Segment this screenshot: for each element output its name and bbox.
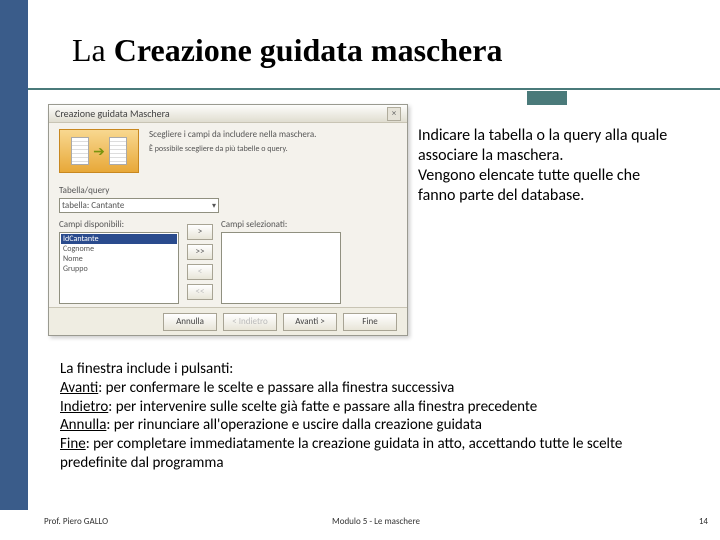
- selected-label: Campi selezionati:: [221, 219, 341, 230]
- annotation-text: Indicare la tabella o la query alla qual…: [418, 126, 668, 206]
- wizard-dialog: Creazione guidata Maschera × ➔ Scegliere…: [48, 104, 408, 336]
- table-query-label: Tabella/query: [59, 185, 397, 196]
- list-item[interactable]: Cognome: [61, 244, 177, 254]
- title-underline: [28, 88, 720, 90]
- add-all-button[interactable]: >>: [187, 244, 213, 260]
- add-one-button[interactable]: >: [187, 224, 213, 240]
- dialog-caption: Creazione guidata Maschera: [55, 107, 170, 120]
- wizard-icon: ➔: [59, 129, 139, 173]
- title-accent-block: [527, 91, 567, 105]
- back-button[interactable]: < Indietro: [223, 313, 277, 331]
- close-icon[interactable]: ×: [387, 107, 401, 121]
- dialog-titlebar: Creazione guidata Maschera ×: [49, 105, 407, 123]
- dialog-footer: Annulla < Indietro Avanti > Fine: [49, 307, 407, 335]
- selected-listbox[interactable]: [221, 232, 341, 304]
- footer-module: Modulo 5 - Le maschere: [44, 516, 708, 527]
- next-button[interactable]: Avanti >: [283, 313, 337, 331]
- cancel-button[interactable]: Annulla: [163, 313, 217, 331]
- list-item[interactable]: Nome: [61, 254, 177, 264]
- header-instruction-2: È possibile scegliere da più tabelle o q…: [149, 144, 397, 154]
- remove-one-button[interactable]: <: [187, 264, 213, 280]
- header-instruction-1: Scegliere i campi da includere nella mas…: [149, 129, 397, 140]
- dialog-header: ➔ Scegliere i campi da includere nella m…: [49, 123, 407, 179]
- explanation-text: La finestra include i pulsanti: Avanti: …: [60, 360, 670, 473]
- finish-button[interactable]: Fine: [343, 313, 397, 331]
- list-item[interactable]: IdCantante: [61, 234, 177, 244]
- available-label: Campi disponibili:: [59, 219, 179, 230]
- table-query-combo[interactable]: tabella: Cantante ▾: [59, 198, 219, 213]
- slide-title: La Creazione guidata maschera: [72, 32, 502, 69]
- available-listbox[interactable]: IdCantante Cognome Nome Gruppo: [59, 232, 179, 304]
- list-item[interactable]: Gruppo: [61, 264, 177, 274]
- chevron-down-icon: ▾: [212, 201, 216, 211]
- combo-value: tabella: Cantante: [62, 200, 124, 211]
- remove-all-button[interactable]: <<: [187, 284, 213, 300]
- move-buttons: > >> < <<: [187, 224, 213, 300]
- slide-left-accent: [0, 0, 28, 510]
- slide-footer: Prof. Piero GALLO Modulo 5 - Le maschere…: [44, 516, 708, 527]
- arrow-right-icon: ➔: [93, 143, 105, 160]
